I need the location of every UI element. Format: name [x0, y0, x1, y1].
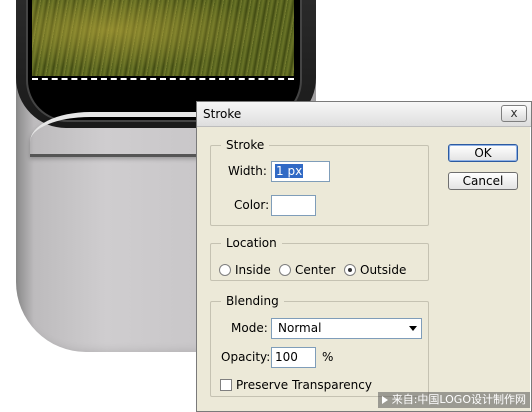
dialog-title: Stroke [203, 107, 242, 121]
watermark: 来自:中国LOGO设计制作网 [377, 392, 530, 408]
cancel-button[interactable]: Cancel [448, 172, 518, 190]
location-group: Location Inside Center Outside [210, 236, 429, 281]
blending-group: Blending Mode: Normal Opacity: 100 % Pre… [210, 294, 429, 397]
opacity-label: Opacity: [221, 350, 271, 364]
preserve-transparency-label[interactable]: Preserve Transparency [236, 378, 372, 392]
opacity-input[interactable]: 100 [271, 347, 316, 368]
close-button[interactable]: x [501, 105, 527, 122]
radio-center-label[interactable]: Center [295, 263, 335, 277]
radio-inside-label[interactable]: Inside [235, 263, 271, 277]
color-swatch[interactable] [271, 195, 316, 216]
chevron-down-icon [409, 326, 417, 331]
width-label: Width: [228, 164, 267, 178]
opacity-unit: % [322, 350, 334, 364]
stroke-group: Stroke Width: 1 px Color: [210, 138, 429, 226]
stroke-dialog: Stroke x Stroke Width: 1 px Color: Locat… [196, 101, 532, 412]
color-label: Color: [234, 198, 270, 212]
dialog-titlebar[interactable]: Stroke x [197, 102, 531, 127]
blending-group-legend: Blending [221, 294, 284, 308]
ok-button[interactable]: OK [448, 144, 518, 162]
watermark-text: 来自:中国LOGO设计制作网 [391, 393, 526, 406]
mode-select[interactable]: Normal [271, 318, 422, 339]
play-icon [381, 396, 388, 404]
preserve-transparency-checkbox[interactable] [220, 379, 232, 391]
width-input[interactable]: 1 px [271, 161, 330, 182]
marching-ants-selection [32, 78, 294, 80]
location-group-legend: Location [221, 236, 282, 250]
stroke-group-legend: Stroke [221, 138, 270, 152]
phone-screen-image [32, 0, 294, 76]
mode-value: Normal [278, 321, 322, 335]
mode-label: Mode: [231, 321, 268, 335]
radio-outside[interactable] [344, 264, 356, 276]
radio-inside[interactable] [219, 264, 231, 276]
width-value: 1 px [275, 164, 304, 178]
radio-outside-label[interactable]: Outside [360, 263, 406, 277]
opacity-value: 100 [275, 350, 298, 364]
close-icon: x [510, 106, 518, 120]
radio-center[interactable] [279, 264, 291, 276]
